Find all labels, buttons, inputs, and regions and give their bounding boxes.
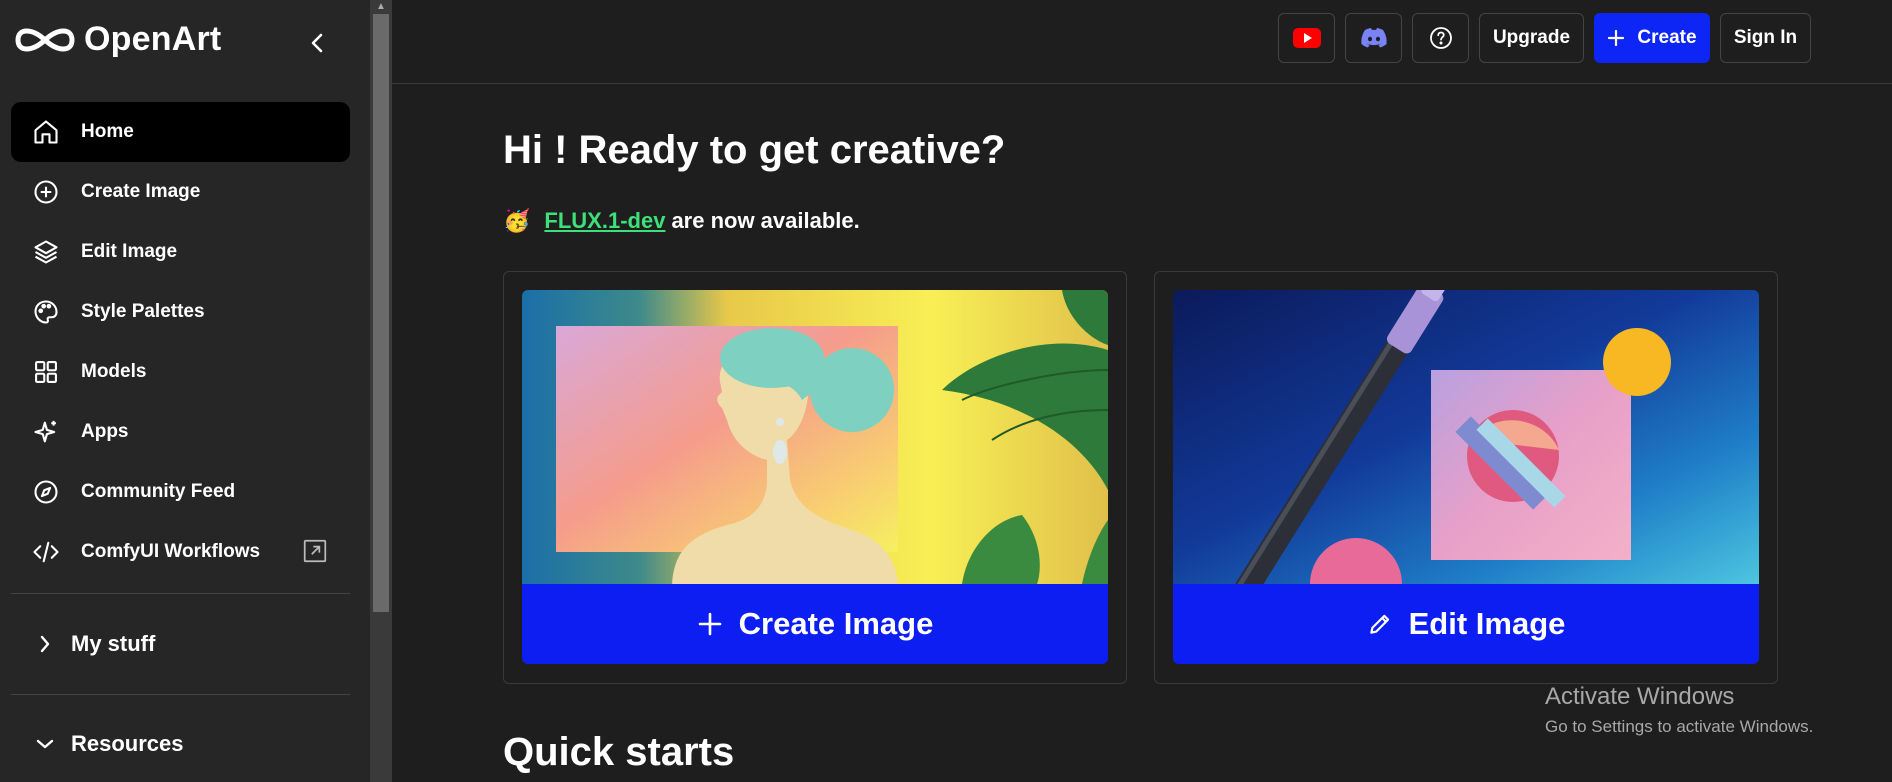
announcement-text: are now available. [671,208,860,233]
create-image-card[interactable]: Create Image [503,271,1127,684]
sidebar-item-style-palettes[interactable]: Style Palettes [11,282,350,342]
upgrade-button[interactable]: Upgrade [1479,13,1584,63]
watermark-subtitle: Go to Settings to activate Windows. [1545,717,1814,736]
sidebar-divider [11,593,350,594]
help-button[interactable] [1412,13,1469,63]
sidebar-item-home[interactable]: Home [11,102,350,162]
grid-icon [31,357,61,387]
create-button[interactable]: Create [1594,13,1710,63]
quick-starts-title: Quick starts [503,730,735,774]
sidebar-divider [11,694,350,695]
palette-icon [31,297,61,327]
section-label: My stuff [71,631,156,656]
sidebar-item-label: Create Image [81,181,201,202]
sidebar-item-apps[interactable]: Apps [11,402,350,462]
edit-image-preview[interactable] [1173,290,1759,584]
section-my-stuff[interactable]: My stuff [11,622,350,666]
youtube-icon [1292,28,1321,48]
edit-image-button[interactable]: Edit Image [1173,584,1759,664]
sidebar-scrollbar[interactable]: ▲ [370,0,392,782]
code-icon [31,537,61,567]
create-button-label: Create [1637,27,1697,48]
discord-button[interactable] [1345,13,1402,63]
chevron-down-icon [33,732,57,756]
sidebar-item-label: Edit Image [81,241,178,262]
logo-text: OpenArt [84,20,222,58]
sidebar-item-label: Home [81,121,134,142]
sidebar-item-comfyui-workflows[interactable]: ComfyUI Workflows [11,522,350,582]
sidebar-item-label: Models [81,361,147,382]
pencil-icon [1367,611,1393,637]
announcement: 🥳 FLUX.1-dev are now available. [503,208,860,234]
sidebar-item-community-feed[interactable]: Community Feed [11,462,350,522]
windows-activation-watermark: Activate Windows Go to Settings to activ… [1545,683,1813,737]
scroll-up-arrow-icon[interactable]: ▲ [376,1,386,12]
sidebar-item-label: Community Feed [81,481,236,502]
sidebar-item-create-image[interactable]: Create Image [11,162,350,222]
create-image-button-label: Create Image [738,606,934,641]
openart-logo[interactable]: OpenArt [14,20,221,59]
create-image-illustration [522,290,1108,584]
edit-image-card[interactable]: Edit Image [1154,271,1778,684]
section-resources[interactable]: Resources [11,722,350,766]
flux-link[interactable]: FLUX.1-dev [544,208,665,234]
watermark-title: Activate Windows [1545,683,1735,710]
discord-icon [1360,28,1387,48]
sidebar-nav: Home Create Image Edit Image Style Palet… [11,102,350,582]
chevron-right-icon [33,632,57,656]
home-icon [31,117,61,147]
page-greeting: Hi ! Ready to get creative? [503,128,1006,172]
chevron-left-icon [311,33,323,53]
create-image-button[interactable]: Create Image [522,584,1108,664]
external-link-icon [302,538,328,570]
sparkle-icon [31,417,61,447]
sidebar-item-label: Style Palettes [81,301,205,322]
top-bar: Upgrade Create Sign In [392,0,1892,84]
youtube-button[interactable] [1278,13,1335,63]
plus-icon [697,611,723,637]
section-label: Resources [71,731,184,756]
compass-icon [31,477,61,507]
layers-icon [31,237,61,267]
plus-icon [1608,29,1625,47]
sign-in-button[interactable]: Sign In [1720,13,1811,63]
sidebar-item-edit-image[interactable]: Edit Image [11,222,350,282]
create-image-preview[interactable] [522,290,1108,584]
collapse-sidebar-button[interactable] [300,26,334,60]
sidebar-item-label: Apps [81,421,129,442]
edit-image-illustration [1173,290,1759,584]
plus-circle-icon [31,177,61,207]
help-icon [1429,27,1452,49]
openart-logo-icon [15,28,75,51]
party-emoji-icon: 🥳 [503,208,531,233]
sidebar: OpenArt Home Create Image Edit Image Sty… [0,0,370,782]
edit-image-button-label: Edit Image [1408,606,1566,641]
sidebar-item-models[interactable]: Models [11,342,350,402]
scrollbar-thumb[interactable] [373,14,389,612]
sidebar-item-label: ComfyUI Workflows [81,541,261,562]
